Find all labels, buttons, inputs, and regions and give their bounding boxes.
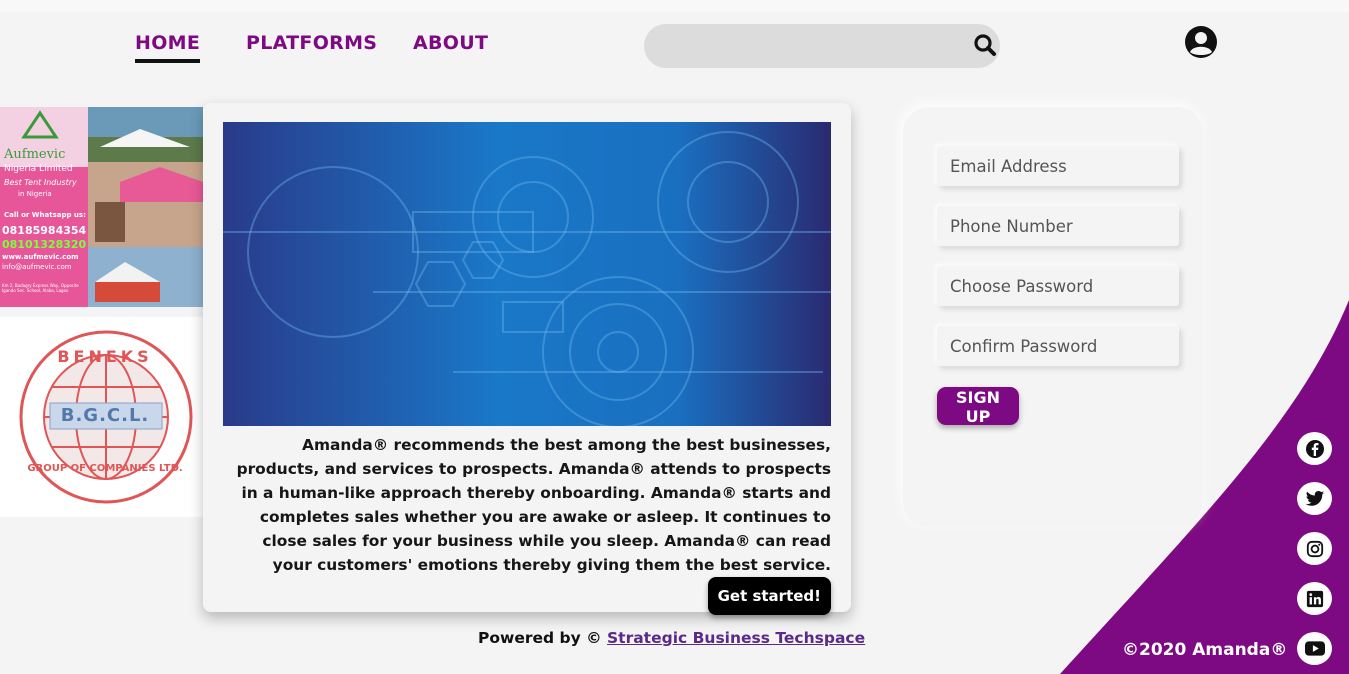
aufmevic-address: Km 2, Badagry Express Way, Opposite Igan… <box>2 283 79 293</box>
linkedin-button[interactable] <box>1297 582 1332 615</box>
nav-home[interactable]: HOME <box>135 32 201 63</box>
password-field[interactable] <box>937 266 1172 306</box>
signup-button[interactable]: SIGN UP <box>937 387 1019 426</box>
copyright-text: ©2020 Amanda® <box>1122 640 1288 660</box>
facebook-icon <box>1305 439 1324 458</box>
strategic-business-link[interactable]: Strategic Business Techspace <box>607 629 865 647</box>
search-icon[interactable] <box>972 32 998 58</box>
search-input[interactable] <box>662 32 956 62</box>
beneks-advert[interactable]: BENEKS B.G.C.L. GROUP OF COMPANIES LTD. <box>0 317 203 517</box>
aufmevic-line1: Nigeria Limited <box>4 164 73 174</box>
nav-about[interactable]: ABOUT <box>413 32 488 54</box>
hero-tech-image <box>223 122 831 426</box>
aufmevic-line3: in Nigeria <box>18 190 52 198</box>
aufmevic-brand: Aufmevic <box>4 147 66 162</box>
email-field[interactable] <box>937 146 1172 186</box>
aufmevic-advert-image <box>0 107 203 307</box>
beneks-bottom-text: GROUP OF COMPANIES LTD. <box>27 463 183 474</box>
aufmevic-line4: Call or Whatsapp us: <box>4 211 86 219</box>
aufmevic-advert[interactable]: Aufmevic Nigeria Limited Best Tent Indus… <box>0 107 203 307</box>
search-bar <box>644 24 1000 68</box>
beneks-middle-text: B.G.C.L. <box>60 405 150 426</box>
main-content-card: Amanda® recommends the best among the be… <box>203 103 851 615</box>
aufmevic-email: info@aufmevic.com <box>2 263 72 271</box>
description-text: Amanda® recommends the best among the be… <box>236 436 831 574</box>
twitter-icon <box>1305 490 1324 506</box>
password-field-wrapper <box>937 266 1179 306</box>
phone-field[interactable] <box>937 206 1172 246</box>
youtube-icon <box>1304 641 1325 656</box>
beneks-top-text: BENEKS <box>57 347 153 366</box>
powered-by-text: Powered by © <box>478 629 602 647</box>
description-paragraph: Amanda® recommends the best among the be… <box>223 433 831 615</box>
aufmevic-line2: Best Tent Industry <box>4 178 77 187</box>
powered-by: Powered by © Strategic Business Techspac… <box>478 629 865 647</box>
confirm-password-field[interactable] <box>937 326 1172 366</box>
aufmevic-phone1: 08185984354 <box>2 224 87 237</box>
instagram-button[interactable] <box>1297 532 1332 565</box>
email-field-wrapper <box>937 146 1179 186</box>
confirm-password-field-wrapper <box>937 326 1179 366</box>
aufmevic-phone2: 08101328320 <box>2 238 87 251</box>
nav-platforms[interactable]: PLATFORMS <box>246 32 377 54</box>
aufmevic-web: www.aufmevic.com <box>2 253 79 261</box>
phone-field-wrapper <box>937 206 1179 246</box>
twitter-button[interactable] <box>1297 482 1332 515</box>
user-account-icon[interactable] <box>1184 25 1218 59</box>
youtube-button[interactable] <box>1297 632 1332 665</box>
linkedin-icon <box>1306 590 1323 607</box>
facebook-button[interactable] <box>1297 432 1332 465</box>
get-started-button[interactable]: Get started! <box>707 577 831 615</box>
instagram-icon <box>1306 540 1323 557</box>
